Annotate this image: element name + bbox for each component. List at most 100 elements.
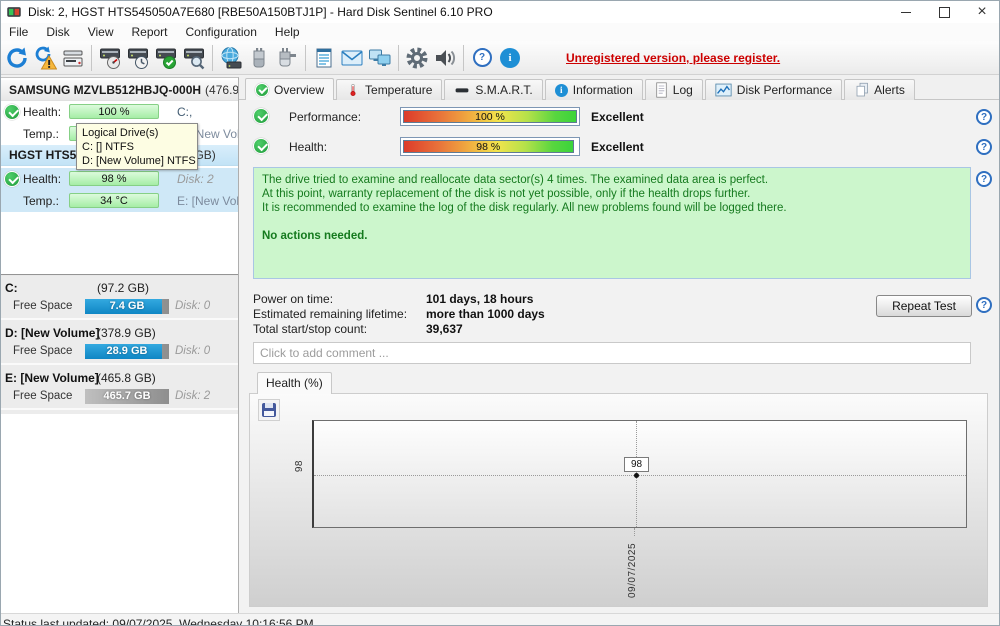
health-rating: Excellent (591, 140, 644, 154)
free-space-bar: 28.9 GB (85, 344, 169, 359)
menu-file[interactable]: File (1, 25, 37, 39)
partition-size: (97.2 GB) (97, 281, 150, 295)
email-report-button[interactable] (338, 44, 366, 72)
menu-disk[interactable]: Disk (37, 25, 78, 39)
disk-test-button[interactable] (96, 44, 124, 72)
tab-bar: Overview Temperature S.M.A.R.T. Informat… (245, 78, 917, 100)
save-icon (262, 403, 276, 417)
disk-schedule-button[interactable] (124, 44, 152, 72)
free-space-bar: 465.7 GB (85, 389, 169, 404)
disk-ok-icon (4, 171, 20, 187)
help-icon[interactable] (976, 109, 992, 125)
performance-row: Performance: 100 % Excellent (253, 107, 993, 128)
partition-e[interactable]: E: [New Volume] (465.8 GB) Free Space 465… (1, 368, 238, 410)
repeat-test-button[interactable]: Repeat Test (876, 295, 972, 317)
unregistered-link[interactable]: Unregistered version, please register. (566, 51, 780, 65)
smart-dash-icon (455, 88, 469, 93)
free-space-label: Free Space (13, 300, 73, 312)
disk-hgst-health-row[interactable]: Health: 98 % Disk: 2 (1, 168, 238, 190)
refresh-button[interactable] (3, 44, 31, 72)
y-axis-tick: 98 (294, 460, 305, 473)
comment-input[interactable] (253, 342, 971, 364)
chart-icon (715, 83, 732, 97)
report-button[interactable] (59, 44, 87, 72)
partition-name: E: [New Volume] (5, 371, 99, 385)
message-line: The drive tried to examine and reallocat… (262, 174, 769, 186)
info-circle-icon (554, 83, 568, 97)
help-icon[interactable] (976, 171, 992, 187)
sounds-button[interactable] (431, 44, 459, 72)
health-bar: 100 % (69, 104, 159, 119)
partition-d[interactable]: D: [New Volume] (378.9 GB) Free Space 28.… (1, 323, 238, 365)
stat-value: more than 1000 days (426, 307, 545, 321)
partition-c[interactable]: C: (97.2 GB) Free Space 7.4 GB Disk: 0 (1, 278, 238, 320)
menu-configuration[interactable]: Configuration (177, 25, 266, 39)
tab-overview[interactable]: Overview (245, 78, 335, 100)
refresh-warning-icon (35, 46, 57, 69)
health-bar: 98 % (69, 171, 159, 186)
x-axis-date-label: 09/07/2025 (627, 542, 638, 598)
tab-alerts[interactable]: Alerts (844, 79, 915, 100)
disk-number-label: Disk: 2 (177, 172, 214, 186)
health-chart-panel: 98 98 09/07/2025 (249, 393, 988, 607)
power-device-button[interactable] (273, 44, 301, 72)
usb-plug-icon (253, 47, 265, 67)
document-icon (656, 82, 667, 98)
disk-item-samsung-header[interactable]: SAMSUNG MZVLB512HBJQ-000H(476.9 GB) (1, 80, 238, 101)
data-point-label: 98 (624, 457, 649, 472)
partition-name: C: (5, 281, 18, 295)
help-icon[interactable] (976, 297, 992, 313)
chart-tab-health[interactable]: Health (%) (257, 372, 332, 394)
disk-analyze-button[interactable] (180, 44, 208, 72)
tab-log[interactable]: Log (644, 79, 703, 100)
maximize-button[interactable] (925, 1, 963, 23)
health-bar: 98 % (400, 137, 580, 156)
help-button[interactable] (468, 44, 496, 72)
notes-button[interactable] (310, 44, 338, 72)
help-icon (472, 48, 492, 67)
tab-information[interactable]: Information (544, 79, 643, 100)
save-chart-button[interactable] (258, 399, 280, 421)
stat-label: Total start/stop count: (253, 322, 368, 336)
stat-label: Power on time: (253, 292, 334, 306)
usb-device-button[interactable] (245, 44, 273, 72)
tab-label: Temperature (365, 83, 433, 97)
health-label: Health: (289, 140, 328, 154)
close-button[interactable] (963, 1, 999, 23)
gear-icon (406, 47, 428, 68)
start-stop-count-row: Total start/stop count: 39,637 (253, 322, 463, 337)
remote-monitor-button[interactable] (366, 44, 394, 72)
disk-hgst-temp-row[interactable]: Temp.: 34 °C E: [New Volur (1, 190, 238, 212)
performance-value: 100 % (475, 111, 505, 123)
disk-sidebar: SAMSUNG MZVLB512HBJQ-000H(476.9 GB) Heal… (1, 77, 239, 613)
stat-value: 39,637 (426, 322, 463, 336)
settings-button[interactable] (403, 44, 431, 72)
tab-label: Information (572, 83, 633, 97)
help-icon[interactable] (976, 139, 992, 155)
minimize-button[interactable] (887, 1, 925, 23)
power-plug-icon (279, 47, 296, 66)
disk-number-label: Disk: 2 (175, 390, 211, 402)
disk-samsung-health-row[interactable]: Health: 100 % C:, (1, 101, 238, 123)
check-circle-icon (255, 82, 269, 97)
network-disk-button[interactable] (217, 44, 245, 72)
menu-report[interactable]: Report (122, 25, 176, 39)
free-space-label: Free Space (13, 390, 73, 402)
menu-view[interactable]: View (79, 25, 123, 39)
info-icon (500, 47, 520, 68)
about-button[interactable] (496, 44, 524, 72)
app-icon (7, 7, 21, 17)
menu-help[interactable]: Help (266, 25, 309, 39)
toolbar (1, 41, 999, 75)
refresh-warning-button[interactable] (31, 44, 59, 72)
disk-number-label: Disk: 0 (175, 345, 211, 357)
health-chart-plot: 98 (312, 420, 967, 528)
status-message-box: The drive tried to examine and reallocat… (253, 167, 971, 279)
tab-temperature[interactable]: Temperature (336, 79, 443, 100)
disk-status-button[interactable] (152, 44, 180, 72)
menu-bar: File Disk View Report Configuration Help (1, 23, 999, 41)
gridline-extension (634, 528, 635, 536)
toolbar-separator (212, 44, 213, 71)
tab-smart[interactable]: S.M.A.R.T. (444, 79, 543, 100)
tab-disk-performance[interactable]: Disk Performance (704, 79, 843, 100)
